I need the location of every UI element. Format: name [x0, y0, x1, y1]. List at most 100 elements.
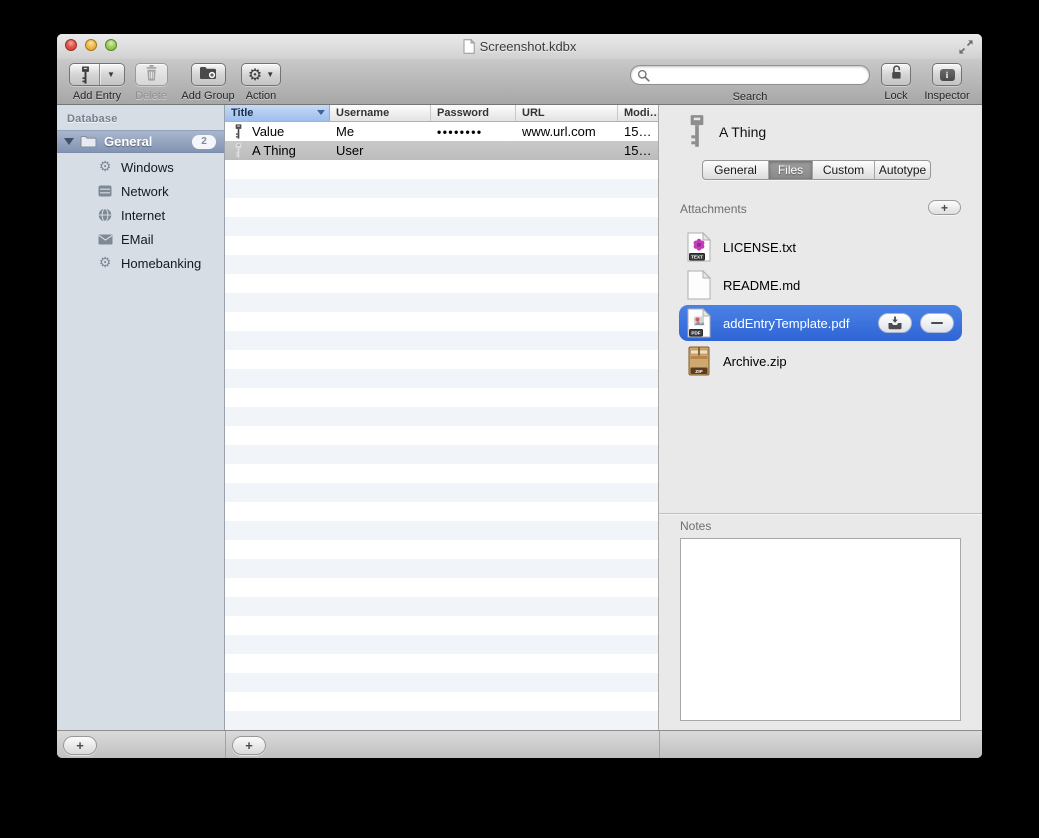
delete-label: Delete — [129, 90, 173, 102]
tab-files[interactable]: Files — [769, 161, 813, 179]
gear-icon: ⚙ — [97, 255, 113, 271]
content-area: Database General 2 ⚙ Windows Network — [57, 105, 982, 730]
cell-modified: 15… — [618, 143, 658, 158]
document-proxy-icon — [463, 39, 475, 54]
server-icon — [97, 183, 113, 199]
sidebar-item-homebanking[interactable]: ⚙ Homebanking — [57, 251, 224, 275]
window-chrome: Screenshot.kdbx ▼ Add Entry Delete — [57, 34, 982, 105]
add-attachment-button[interactable]: + — [928, 200, 961, 215]
action-button[interactable]: ⚙ ▼ — [241, 63, 281, 86]
gear-icon: ⚙ — [248, 67, 262, 83]
svg-text:PDF: PDF — [691, 331, 700, 336]
add-group-label: Add Group — [175, 90, 241, 102]
sidebar-item-windows[interactable]: ⚙ Windows — [57, 155, 224, 179]
sidebar-section-header: Database — [67, 113, 118, 125]
cell-username: Me — [330, 124, 431, 139]
fullscreen-icon[interactable] — [957, 38, 975, 56]
search-field[interactable] — [630, 65, 870, 85]
add-group-button[interactable] — [191, 63, 226, 86]
svg-text:TEXT: TEXT — [691, 255, 703, 260]
document-file-icon — [687, 270, 711, 300]
group-count-badge: 2 — [192, 135, 216, 149]
pdf-file-icon: PDF — [687, 308, 711, 338]
inspector-panel: A Thing General Files Custom Autotype At… — [659, 105, 982, 730]
attachments-label: Attachments — [680, 202, 747, 216]
trash-icon — [144, 64, 159, 86]
attachment-row[interactable]: README.md — [659, 266, 982, 304]
key-icon — [233, 124, 244, 139]
table-header: Title Username Password URL Modi… — [225, 105, 658, 122]
remove-attachment-button[interactable] — [920, 313, 954, 333]
key-icon — [233, 143, 244, 158]
column-header-username[interactable]: Username — [330, 105, 431, 121]
divider — [225, 731, 226, 758]
cell-username: User — [330, 143, 431, 158]
table-row-selected[interactable]: A Thing User 15… — [225, 141, 658, 160]
chevron-down-icon[interactable]: ▼ — [101, 71, 121, 79]
notes-textarea[interactable] — [680, 538, 961, 721]
key-icon — [73, 66, 98, 84]
add-entry-button[interactable]: ▼ — [69, 63, 125, 86]
sidebar-item-network[interactable]: Network — [57, 179, 224, 203]
toolbar-item-lock: Lock — [881, 63, 911, 102]
app-window: Screenshot.kdbx ▼ Add Entry Delete — [57, 34, 982, 758]
lock-button[interactable] — [881, 63, 911, 86]
search-label: Search — [630, 91, 870, 103]
sidebar-items: ⚙ Windows Network Internet — [57, 155, 224, 275]
text-file-icon: TEXT — [687, 232, 711, 262]
folder-icon — [80, 135, 97, 148]
section-divider — [659, 513, 982, 515]
tab-general[interactable]: General — [703, 161, 769, 179]
inspector-tabs: General Files Custom Autotype — [702, 160, 931, 180]
chevron-down-icon: ▼ — [266, 71, 274, 79]
sidebar-item-internet[interactable]: Internet — [57, 203, 224, 227]
column-header-url[interactable]: URL — [516, 105, 618, 121]
export-tray-icon — [887, 316, 903, 330]
split-divider — [99, 64, 100, 85]
cell-title: Value — [252, 124, 284, 139]
open-padlock-icon — [889, 64, 904, 86]
delete-button[interactable] — [135, 63, 168, 86]
sort-arrow-icon — [317, 110, 325, 115]
envelope-icon — [97, 231, 113, 247]
toolbar-item-add-group: Add Group — [175, 63, 241, 102]
lock-label: Lock — [881, 90, 911, 102]
inspector-button[interactable]: i — [932, 63, 962, 86]
save-attachment-button[interactable] — [878, 313, 912, 333]
column-header-modified[interactable]: Modi… — [618, 105, 658, 121]
attachments-list: TEXT LICENSE.txt README.md PDF addEntryT… — [659, 228, 982, 380]
info-icon: i — [940, 69, 955, 81]
attachment-actions — [878, 313, 954, 333]
inspector-label: Inspector — [919, 90, 975, 102]
entry-table: Title Username Password URL Modi… Value … — [225, 105, 659, 730]
sidebar-group-general[interactable]: General 2 — [57, 130, 224, 153]
bottom-bar: + + — [57, 730, 982, 758]
divider — [659, 731, 660, 758]
toolbar-item-inspector: i Inspector — [919, 63, 975, 102]
key-icon — [687, 114, 707, 153]
column-header-password[interactable]: Password — [431, 105, 516, 121]
globe-icon — [97, 207, 113, 223]
disclosure-triangle-icon[interactable] — [64, 138, 74, 145]
toolbar-item-action: ⚙ ▼ Action — [238, 63, 284, 102]
attachment-row[interactable]: ZIP Archive.zip — [659, 342, 982, 380]
toolbar-item-add-entry: ▼ Add Entry — [67, 63, 127, 102]
cell-url: www.url.com — [516, 124, 618, 139]
add-group-bottom-button[interactable]: + — [63, 736, 97, 755]
column-header-title[interactable]: Title — [225, 105, 330, 121]
cell-password: •••••••• — [431, 125, 516, 139]
gear-icon: ⚙ — [97, 159, 113, 175]
empty-rows — [225, 160, 658, 730]
notes-label: Notes — [680, 519, 711, 533]
add-entry-bottom-button[interactable]: + — [232, 736, 266, 755]
attachment-row-selected[interactable]: PDF addEntryTemplate.pdf — [679, 305, 962, 341]
tab-custom[interactable]: Custom — [813, 161, 875, 179]
minus-icon — [931, 322, 943, 325]
search-input[interactable] — [654, 67, 869, 83]
action-label: Action — [238, 90, 284, 102]
tab-autotype[interactable]: Autotype — [875, 161, 930, 179]
attachment-row[interactable]: TEXT LICENSE.txt — [659, 228, 982, 266]
table-row[interactable]: Value Me •••••••• www.url.com 15… — [225, 122, 658, 141]
sidebar-item-email[interactable]: EMail — [57, 227, 224, 251]
cell-title: A Thing — [252, 143, 296, 158]
